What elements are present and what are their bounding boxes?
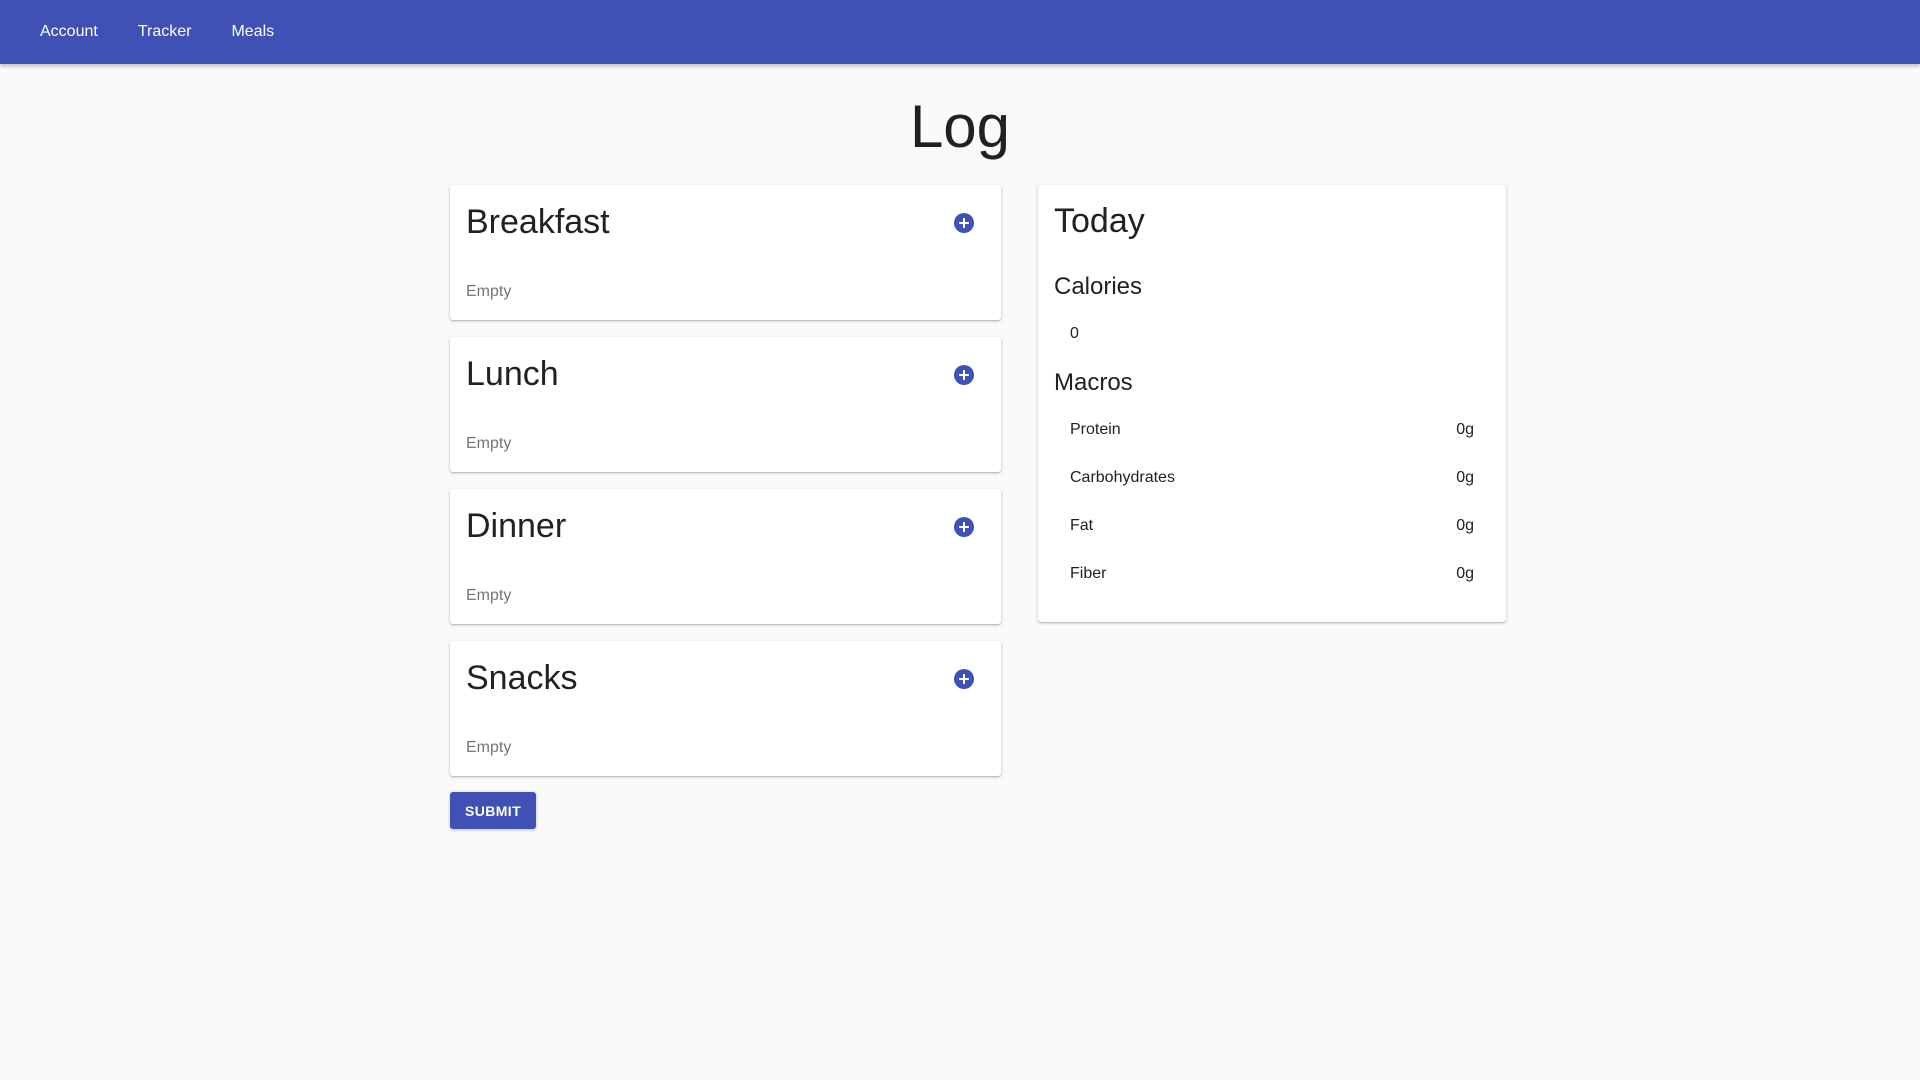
macro-name: Fat <box>1070 517 1094 534</box>
meal-card-lunch: Lunch Empty <box>450 337 1001 472</box>
today-title: Today <box>1054 202 1145 240</box>
nav-link-meals[interactable]: Meals <box>211 0 294 64</box>
top-nav-bar: Account Tracker Meals <box>0 0 1920 64</box>
macro-name: Fiber <box>1070 565 1107 582</box>
add-snacks-icon[interactable] <box>954 669 974 689</box>
meal-empty-text: Empty <box>466 283 512 300</box>
macro-row-fiber: Fiber 0g <box>1070 565 1474 589</box>
nav-link-tracker[interactable]: Tracker <box>118 0 212 64</box>
today-summary-card: Today Calories 0 Macros Protein 0g Carbo… <box>1038 185 1506 622</box>
meal-card-breakfast: Breakfast Empty <box>450 185 1001 320</box>
meal-empty-text: Empty <box>466 587 512 604</box>
macros-heading: Macros <box>1054 369 1133 396</box>
nav-link-account[interactable]: Account <box>20 0 118 64</box>
page-title: Log <box>909 93 1011 160</box>
add-lunch-icon[interactable] <box>954 365 974 385</box>
meal-card-dinner: Dinner Empty <box>450 489 1001 624</box>
add-dinner-icon[interactable] <box>954 517 974 537</box>
meal-card-snacks: Snacks Empty <box>450 641 1001 776</box>
add-breakfast-icon[interactable] <box>954 213 974 233</box>
macro-name: Protein <box>1070 421 1121 438</box>
macro-row-protein: Protein 0g <box>1070 421 1474 445</box>
meal-title: Snacks <box>466 659 578 697</box>
macro-row-fat: Fat 0g <box>1070 517 1474 541</box>
calories-value: 0 <box>1070 325 1079 342</box>
macro-value: 0g <box>1456 469 1474 486</box>
macro-value: 0g <box>1456 565 1474 582</box>
macro-name: Carbohydrates <box>1070 469 1175 486</box>
meal-title: Breakfast <box>466 203 610 241</box>
meal-empty-text: Empty <box>466 435 512 452</box>
macro-value: 0g <box>1456 421 1474 438</box>
macro-value: 0g <box>1456 517 1474 534</box>
meal-empty-text: Empty <box>466 739 512 756</box>
calories-heading: Calories <box>1054 273 1143 300</box>
meal-title: Dinner <box>466 507 567 545</box>
submit-button[interactable]: SUBMIT <box>450 792 536 829</box>
macro-row-carbohydrates: Carbohydrates 0g <box>1070 469 1474 493</box>
meal-title: Lunch <box>466 355 559 393</box>
